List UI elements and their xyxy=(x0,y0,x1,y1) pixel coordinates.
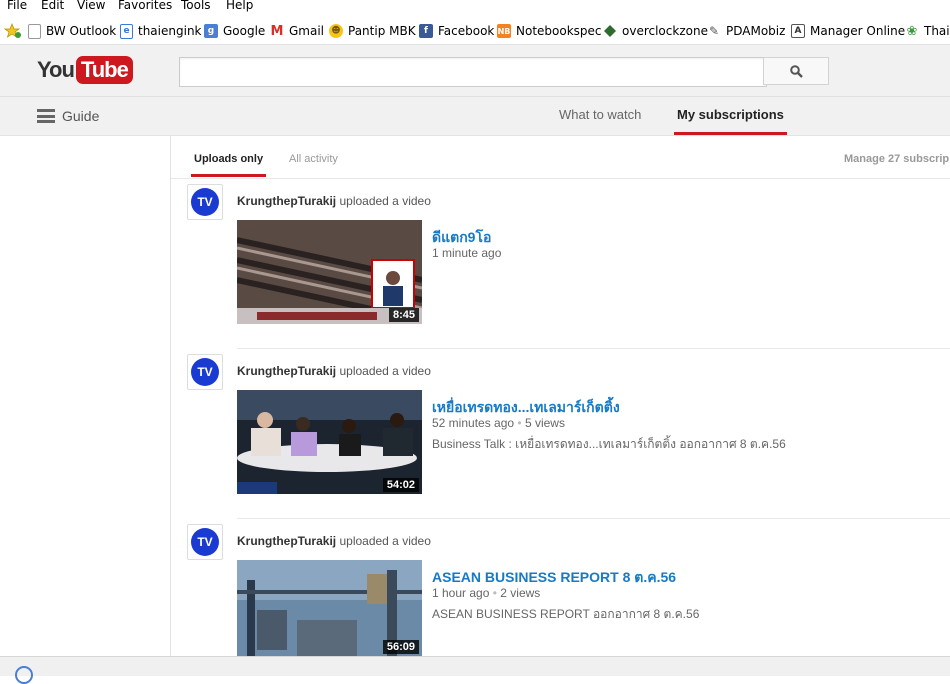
upload-action: uploaded a video xyxy=(339,534,431,548)
favorite-label: Manager Online xyxy=(810,24,906,38)
channel-logo: TV xyxy=(191,188,219,216)
favorite-notebookspec[interactable]: NB Notebookspec xyxy=(497,23,602,39)
favorite-facebook[interactable]: f Facebook xyxy=(419,23,494,39)
upload-line: KrungthepTurakij uploaded a video xyxy=(237,364,431,378)
gmail-icon: M xyxy=(270,23,284,39)
video-description: ASEAN BUSINESS REPORT ออกอากาศ 8 ต.ค.56 xyxy=(432,607,700,621)
favorite-label: Thair xyxy=(924,24,950,38)
menu-bar: File Edit View Favorites Tools Help xyxy=(0,0,950,13)
channel-name[interactable]: KrungthepTurakij xyxy=(237,364,336,378)
upload-action: uploaded a video xyxy=(339,194,431,208)
favorite-label: BW Outlook xyxy=(46,24,117,38)
browser-status-bar xyxy=(0,656,950,684)
favorite-gmail[interactable]: M Gmail xyxy=(270,23,324,39)
upload-line: KrungthepTurakij uploaded a video xyxy=(237,534,431,548)
favorites-bar: BW Outlook e thaiengink g Google M Gmail ☻ P… xyxy=(0,17,950,45)
thai-icon: ❀ xyxy=(906,23,918,39)
favorite-bw-outlook[interactable]: BW Outlook xyxy=(28,23,116,39)
video-thumbnail[interactable]: 54:02 xyxy=(237,390,422,494)
pda-icon: ✎ xyxy=(708,24,720,38)
favorite-label: PDAMobiz xyxy=(726,24,786,38)
guide-label: Guide xyxy=(62,108,100,124)
guide-button[interactable]: Guide xyxy=(37,107,99,125)
favorites-star-icon[interactable] xyxy=(4,23,22,39)
nb-icon: NB xyxy=(497,24,511,38)
menu-favorites[interactable]: Favorites xyxy=(118,0,172,12)
favorite-label: Pantip MBK xyxy=(348,24,416,38)
tab-my-subscriptions[interactable]: My subscriptions xyxy=(677,107,784,122)
diamond-icon xyxy=(603,24,617,38)
active-tab-indicator xyxy=(674,132,787,135)
logo-tube: Tube xyxy=(75,56,133,84)
hamburger-menu-icon xyxy=(37,109,55,123)
video-duration: 56:09 xyxy=(382,640,419,654)
favorite-label: Notebookspec xyxy=(516,24,602,38)
favorite-overclockzone[interactable]: overclockzone xyxy=(603,23,708,39)
favorite-label: Google xyxy=(223,24,266,38)
search-icon xyxy=(789,64,803,78)
upload-line: KrungthepTurakij uploaded a video xyxy=(237,194,431,208)
favorite-label: Facebook xyxy=(438,24,495,38)
favorite-label: overclockzone xyxy=(622,24,708,38)
video-age: 52 minutes ago xyxy=(432,416,515,430)
favorite-google[interactable]: g Google xyxy=(204,23,265,39)
video-meta: 52 minutes ago • 5 views xyxy=(432,416,565,430)
menu-edit[interactable]: Edit xyxy=(41,0,64,12)
favorite-label: thaiengink xyxy=(138,24,202,38)
tab-all-activity[interactable]: All activity xyxy=(289,153,338,165)
channel-avatar[interactable]: TV xyxy=(187,524,223,560)
menu-help[interactable]: Help xyxy=(226,0,253,12)
menu-view[interactable]: View xyxy=(77,0,105,12)
favorite-thai[interactable]: ❀ Thair xyxy=(905,23,950,39)
video-views: 2 views xyxy=(500,586,541,600)
favorite-pdamobiz[interactable]: ✎ PDAMobiz xyxy=(707,23,785,39)
guide-bar xyxy=(0,97,950,136)
manager-icon: A xyxy=(791,24,805,38)
manage-subscriptions-link[interactable]: Manage 27 subscrip xyxy=(844,153,949,165)
facebook-icon: f xyxy=(419,24,433,38)
logo-you: You xyxy=(37,57,75,82)
channel-avatar[interactable]: TV xyxy=(187,184,223,220)
video-thumbnail[interactable]: 8:45 xyxy=(237,220,422,324)
tab-what-to-watch[interactable]: What to watch xyxy=(559,107,641,122)
channel-name[interactable]: KrungthepTurakij xyxy=(237,534,336,548)
search-button[interactable] xyxy=(763,57,829,85)
menu-tools[interactable]: Tools xyxy=(181,0,211,12)
channel-avatar[interactable]: TV xyxy=(187,354,223,390)
search-input[interactable] xyxy=(179,57,767,87)
video-description: Business Talk : เหยื่อเทรดทอง...เทเลมาร์… xyxy=(432,437,786,451)
channel-logo: TV xyxy=(191,528,219,556)
video-views: 5 views xyxy=(524,416,565,430)
upload-action: uploaded a video xyxy=(339,364,431,378)
favorite-label: Gmail xyxy=(289,24,325,38)
video-duration: 54:02 xyxy=(382,478,419,492)
channel-name[interactable]: KrungthepTurakij xyxy=(237,194,336,208)
feed-tabs xyxy=(171,136,950,179)
video-age: 1 hour ago xyxy=(432,586,490,600)
channel-logo: TV xyxy=(191,358,219,386)
menu-file[interactable]: File xyxy=(7,0,27,12)
left-sidebar xyxy=(0,136,171,656)
video-thumbnail[interactable]: 56:09 xyxy=(237,560,422,656)
feed-item-divider xyxy=(237,348,950,349)
ie-page-icon: e xyxy=(120,23,133,39)
google-icon: g xyxy=(204,24,218,38)
video-age: 1 minute ago xyxy=(432,246,502,260)
tab-uploads-only[interactable]: Uploads only xyxy=(194,153,263,165)
favorite-thaiengink[interactable]: e thaiengink xyxy=(120,23,202,39)
video-duration: 8:45 xyxy=(388,308,419,322)
smiley-icon: ☻ xyxy=(329,24,343,38)
feed-item-divider xyxy=(237,518,950,519)
favorite-manager-online[interactable]: A Manager Online xyxy=(791,23,905,39)
active-feed-tab-indicator xyxy=(191,174,266,177)
video-meta: 1 hour ago • 2 views xyxy=(432,586,541,600)
page-icon xyxy=(28,23,41,39)
favorite-pantip-mbk[interactable]: ☻ Pantip MBK xyxy=(329,23,416,39)
youtube-logo[interactable]: You Tube xyxy=(37,55,133,85)
